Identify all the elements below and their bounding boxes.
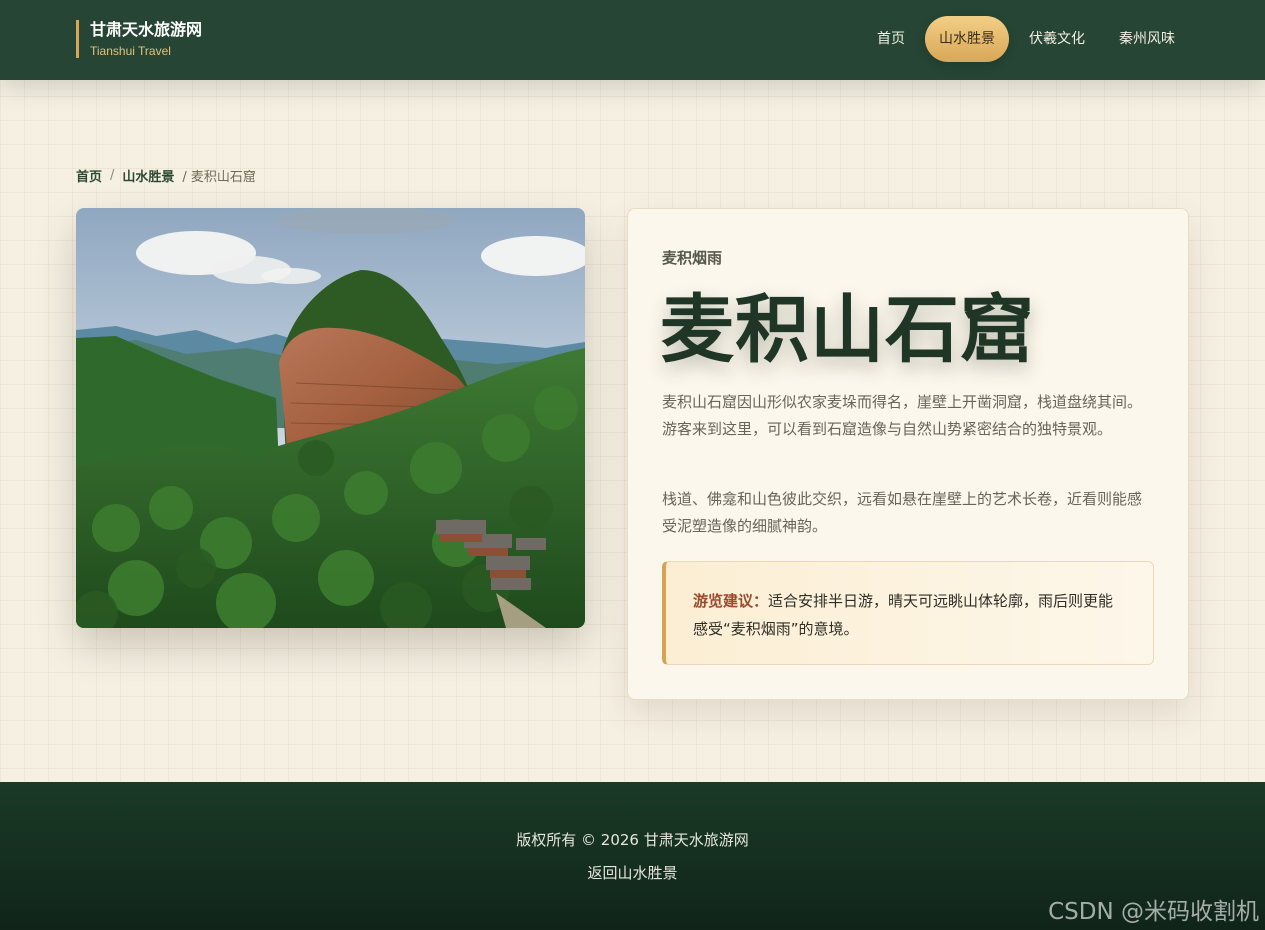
brand-title: 甘肃天水旅游网 [90, 20, 203, 39]
visit-tip-label: 游览建议： [693, 592, 769, 610]
breadcrumb: 首页 / 山水胜景 / 麦积山石窟 [76, 165, 256, 185]
attraction-tagline: 麦积烟雨 [662, 249, 723, 267]
visit-tip-box: 游览建议：适合安排半日游，晴天可远眺山体轮廓，雨后则更能感受“麦积烟雨”的意境。 [662, 561, 1154, 665]
site-footer: 版权所有 © 2026 甘肃天水旅游网 返回山水胜景 CSDN @米码收割机 [0, 782, 1265, 930]
nav-item-qinzhou-food[interactable]: 秦州风味 [1105, 16, 1189, 62]
breadcrumb-home[interactable]: 首页 [76, 166, 102, 185]
back-to-landscapes-link[interactable]: 返回山水胜景 [0, 862, 1265, 883]
nav-item-fuxi-culture[interactable]: 伏羲文化 [1015, 16, 1099, 62]
description-paragraph-2: 栈道、佛龛和山色彼此交织，远看如悬在崖壁上的艺术长卷，近看则能感受泥塑造像的细腻… [662, 490, 1143, 535]
breadcrumb-current: / 麦积山石窟 [182, 169, 256, 185]
brand[interactable]: 甘肃天水旅游网 Tianshui Travel [76, 20, 202, 58]
copyright-text: 版权所有 © 2026 甘肃天水旅游网 [516, 831, 749, 849]
attraction-info-card: 麦积烟雨 麦积山石窟 麦积山石窟因山形似农家麦垛而得名，崖壁上开凿洞窟，栈道盘绕… [627, 208, 1189, 700]
main-nav: 首页 山水胜景 伏羲文化 秦州风味 [863, 16, 1189, 62]
nav-item-landscapes[interactable]: 山水胜景 [925, 16, 1009, 62]
watermark-text: CSDN @米码收割机 [1048, 899, 1259, 925]
site-header: 甘肃天水旅游网 Tianshui Travel 首页 山水胜景 伏羲文化 秦州风… [0, 0, 1265, 80]
maijishan-photo [76, 208, 585, 628]
nav-item-home[interactable]: 首页 [863, 16, 919, 62]
landscape-illustration [76, 208, 585, 628]
breadcrumb-separator: / [110, 167, 115, 183]
brand-subtitle: Tianshui Travel [90, 44, 171, 58]
description-paragraph-1: 麦积山石窟因山形似农家麦垛而得名，崖壁上开凿洞窟，栈道盘绕其间。游客来到这里，可… [662, 393, 1143, 438]
page-title: 麦积山石窟 [660, 287, 1035, 373]
breadcrumb-section[interactable]: 山水胜景 [122, 166, 174, 185]
